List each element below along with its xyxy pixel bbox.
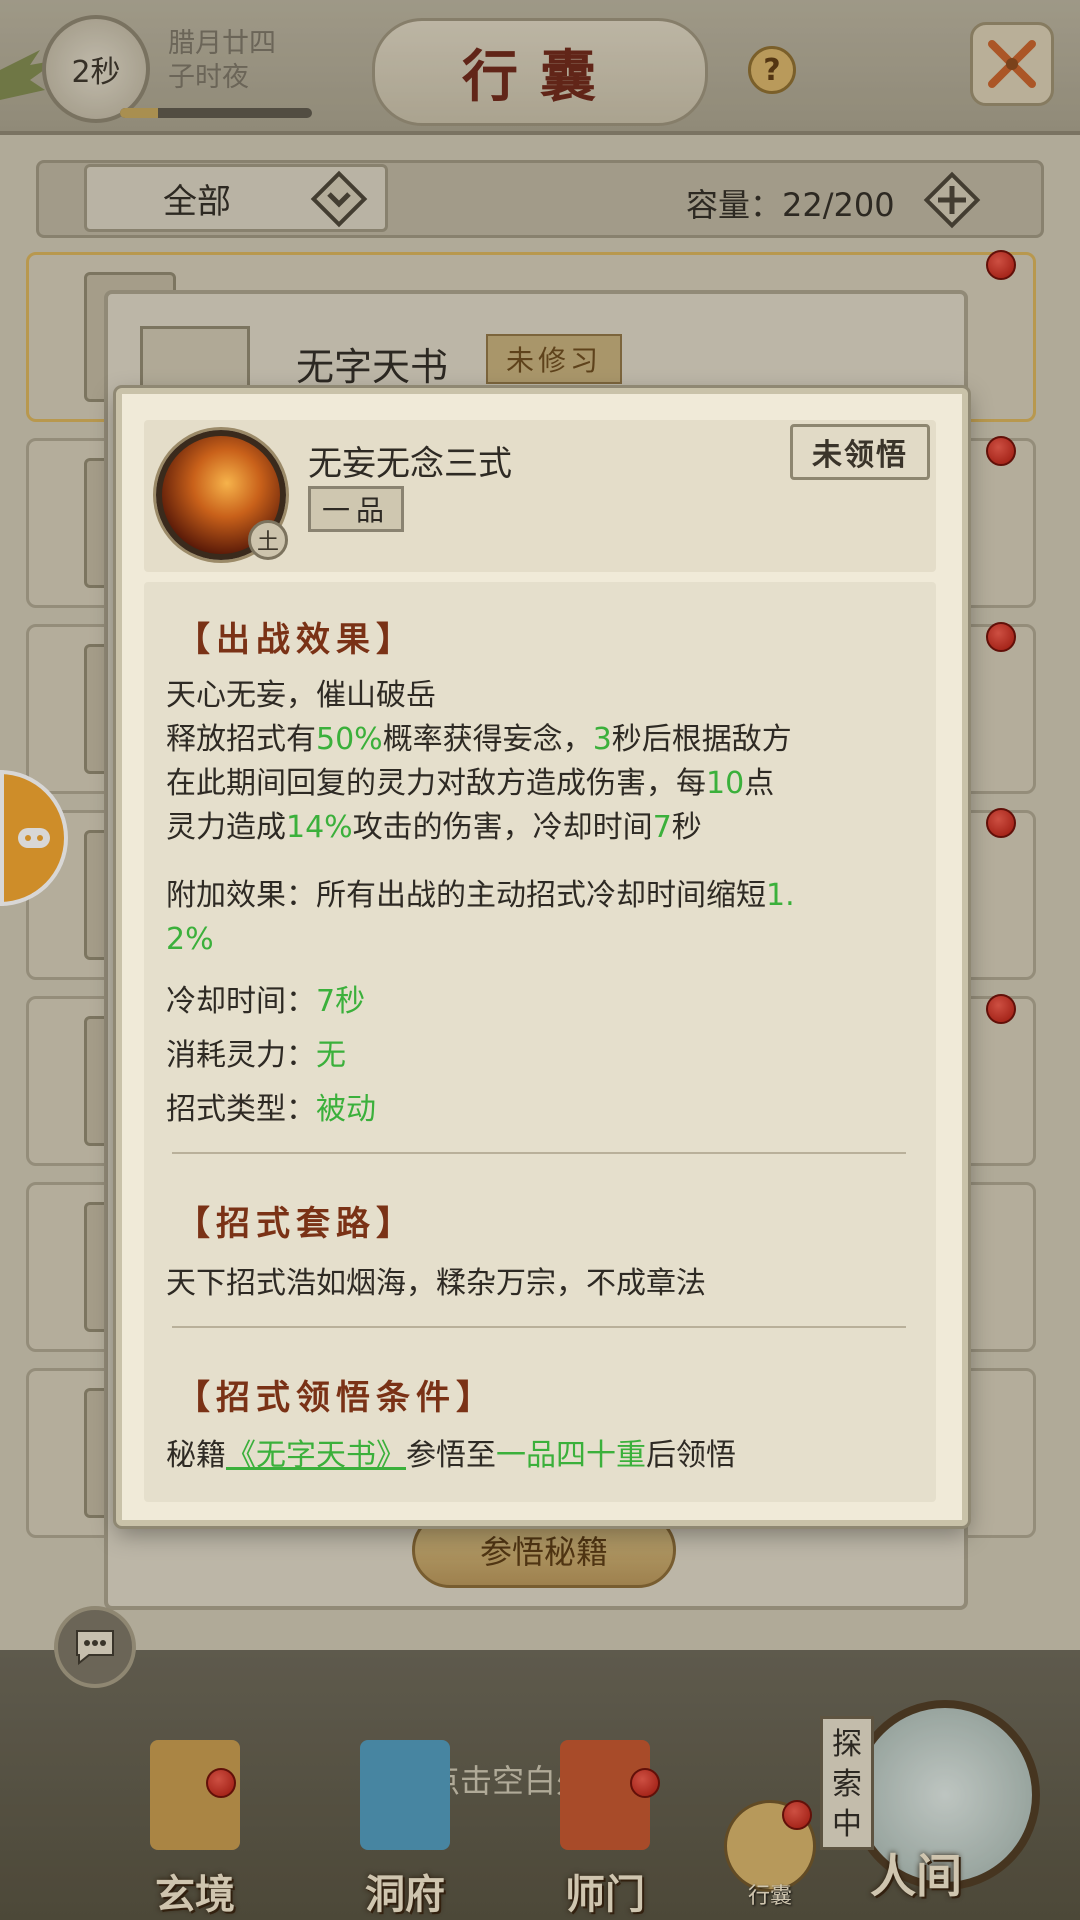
spirit-cost-row: 消耗灵力：无 bbox=[166, 1038, 346, 1073]
battle-effect-title: 【出战效果】 bbox=[176, 620, 416, 660]
skill-type-row: 招式类型：被动 bbox=[166, 1092, 376, 1127]
extra-effect-line: 附加效果：所有出战的主动招式冷却时间缩短1. bbox=[166, 878, 795, 913]
element-badge: 土 bbox=[248, 520, 288, 560]
effect-line: 天心无妄，催山破岳 bbox=[166, 678, 436, 713]
routine-title: 【招式套路】 bbox=[176, 1204, 416, 1244]
comprehension-status-badge: 未领悟 bbox=[790, 424, 930, 480]
condition-text: 秘籍《无字天书》参悟至一品四十重后领悟 bbox=[166, 1438, 736, 1473]
divider bbox=[172, 1152, 906, 1154]
cooldown-row: 冷却时间：7秒 bbox=[166, 984, 366, 1019]
routine-text: 天下招式浩如烟海，糅杂万宗，不成章法 bbox=[166, 1266, 706, 1301]
effect-line: 释放招式有50%概率获得妄念，3秒后根据敌方 bbox=[166, 722, 792, 757]
condition-title: 【招式领悟条件】 bbox=[176, 1378, 496, 1418]
effect-line: 灵力造成14%攻击的伤害，冷却时间7秒 bbox=[166, 810, 702, 845]
extra-effect-value: 2% bbox=[166, 922, 214, 957]
book-link[interactable]: 《无字天书》 bbox=[226, 1438, 406, 1473]
grade-badge: 一品 bbox=[308, 486, 404, 532]
skill-name: 无妄无念三式 bbox=[308, 444, 512, 484]
effect-line: 在此期间回复的灵力对敌方造成伤害，每10点 bbox=[166, 766, 775, 801]
divider bbox=[172, 1326, 906, 1328]
